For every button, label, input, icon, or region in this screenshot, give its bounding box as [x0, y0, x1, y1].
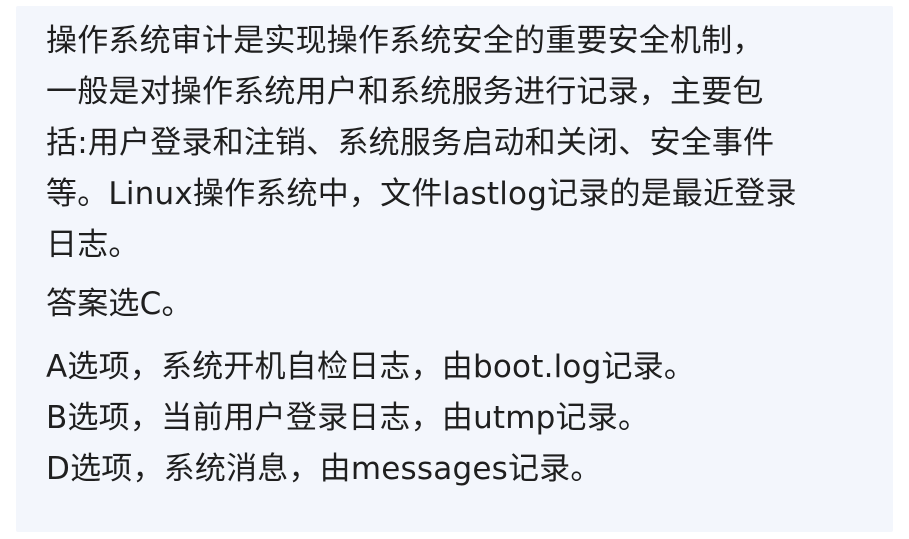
explanation-line: 等。Linux操作系统中，文件lastlog记录的是最近登录: [46, 176, 797, 212]
option-d-text: D选项，系统消息，由messages记录。: [46, 451, 602, 487]
explanation-card: 操作系统审计是实现操作系统安全的重要安全机制， 一般是对操作系统用户和系统服务进…: [16, 6, 893, 532]
option-list: A选项，系统开机自检日志，由boot.log记录。 B选项，当前用户登录日志，由…: [46, 342, 873, 495]
explanation-line: 括:用户登录和注销、系统服务启动和关闭、安全事件: [46, 125, 775, 161]
option-b-text: B选项，当前用户登录日志，由utmp记录。: [46, 400, 650, 436]
explanation-line: 操作系统审计是实现操作系统安全的重要安全机制，: [46, 23, 764, 59]
explanation-line: 日志。: [46, 227, 140, 263]
option-a-text: A选项，系统开机自检日志，由boot.log记录。: [46, 349, 696, 385]
answer-text: 答案选C。: [46, 279, 873, 330]
answer-line: 答案选C。: [46, 286, 193, 322]
explanation-paragraph: 操作系统审计是实现操作系统安全的重要安全机制， 一般是对操作系统用户和系统服务进…: [46, 16, 873, 271]
explanation-line: 一般是对操作系统用户和系统服务进行记录，主要包: [46, 74, 764, 110]
